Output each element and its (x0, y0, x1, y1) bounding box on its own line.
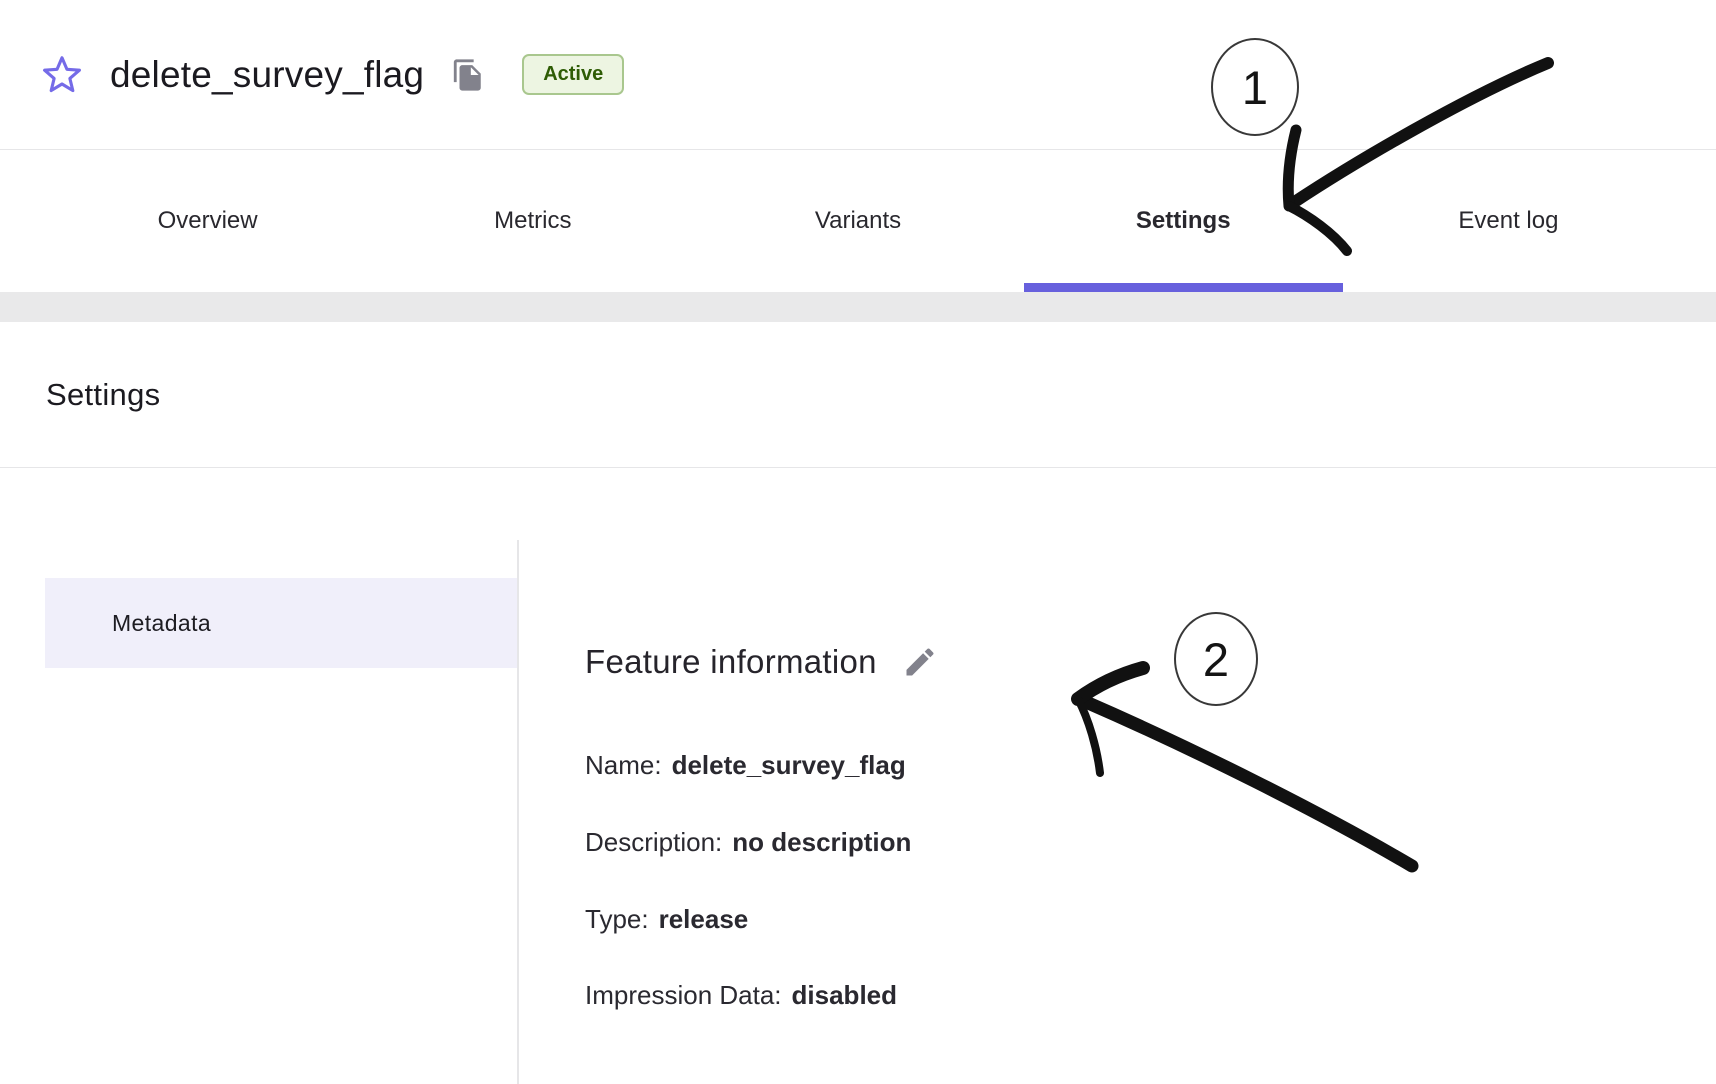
annotation-number: 2 (1203, 632, 1229, 687)
tab-label: Settings (1136, 207, 1231, 235)
tab-metrics[interactable]: Metrics (370, 150, 695, 292)
field-description: Description: no description (585, 825, 911, 859)
favorite-star-icon[interactable] (40, 53, 84, 97)
sidebar-item-label: Metadata (112, 610, 211, 637)
metadata-panel: Feature information Name: delete_survey_… (519, 468, 1716, 1084)
field-label: Description: (585, 827, 722, 858)
field-label: Type: (585, 904, 649, 935)
field-label: Name: (585, 750, 662, 781)
page-heading-bar: Settings (0, 322, 1716, 468)
copy-icon (451, 58, 485, 92)
annotation-circle-1: 1 (1211, 38, 1299, 136)
field-label: Impression Data: (585, 980, 782, 1011)
status-badge: Active (522, 54, 624, 95)
tab-overview[interactable]: Overview (45, 150, 370, 292)
field-value: disabled (792, 980, 897, 1011)
annotation-number: 1 (1242, 60, 1268, 115)
page-heading: Settings (46, 377, 160, 413)
field-value: no description (732, 827, 911, 858)
field-impression-data: Impression Data: disabled (585, 978, 897, 1012)
field-value: delete_survey_flag (672, 750, 906, 781)
tab-bar: Overview Metrics Variants Settings Event… (0, 150, 1716, 292)
field-name: Name: delete_survey_flag (585, 748, 906, 782)
tab-variants[interactable]: Variants (695, 150, 1020, 292)
copy-name-button[interactable] (450, 57, 486, 93)
sidebar-item-metadata[interactable]: Metadata (45, 578, 517, 668)
feature-flag-page: delete_survey_flag Active Overview Metri… (0, 0, 1716, 1084)
feature-information-heading: Feature information (585, 640, 939, 684)
tab-label: Event log (1458, 207, 1558, 235)
section-divider-band (0, 292, 1716, 322)
tab-event-log[interactable]: Event log (1346, 150, 1671, 292)
page-title: delete_survey_flag (110, 54, 424, 96)
settings-content: Metadata Feature information Name: delet… (0, 468, 1716, 1084)
star-outline-icon (40, 53, 84, 97)
tab-label: Metrics (494, 207, 571, 235)
active-tab-indicator (1024, 283, 1343, 292)
field-type: Type: release (585, 902, 748, 936)
field-value: release (659, 904, 749, 935)
annotation-circle-2: 2 (1174, 612, 1258, 706)
tab-label: Overview (158, 207, 258, 235)
edit-feature-button[interactable] (901, 643, 939, 681)
tab-label: Variants (815, 207, 901, 235)
tab-settings[interactable]: Settings (1021, 150, 1346, 292)
app-header: delete_survey_flag Active (0, 0, 1716, 150)
section-heading-text: Feature information (585, 643, 877, 681)
pencil-icon (902, 644, 938, 680)
